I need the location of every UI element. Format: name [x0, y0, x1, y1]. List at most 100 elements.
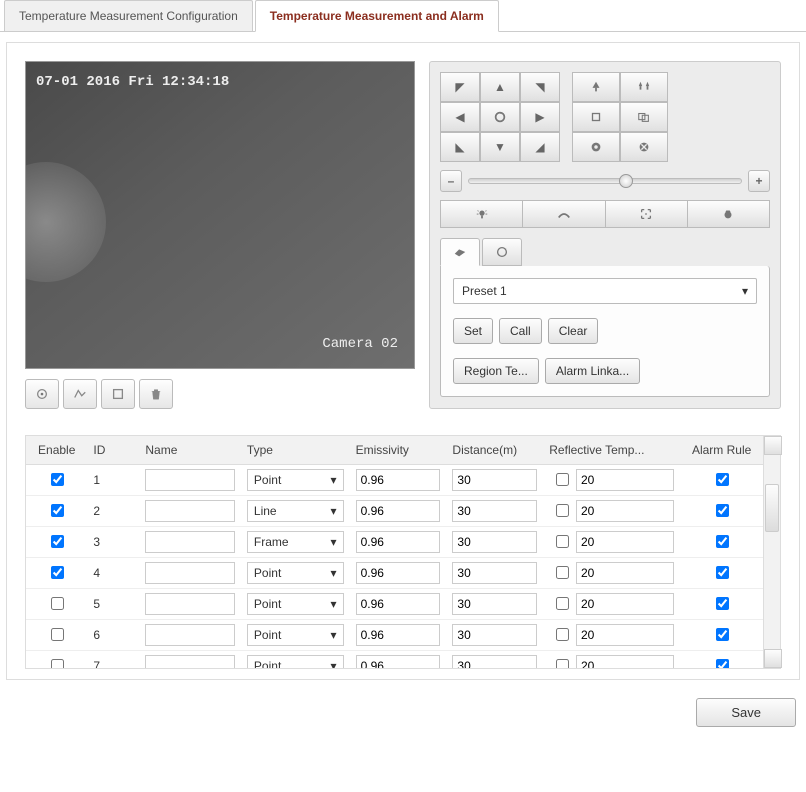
reflective-input[interactable] — [576, 531, 674, 553]
name-input[interactable] — [145, 655, 235, 669]
distance-input[interactable] — [452, 593, 537, 615]
draw-point-button[interactable] — [25, 379, 59, 409]
tab-temp-config[interactable]: Temperature Measurement Configuration — [4, 0, 253, 31]
type-select[interactable]: Point▾ — [247, 593, 344, 615]
save-button[interactable]: Save — [696, 698, 796, 727]
emissivity-input[interactable] — [356, 531, 441, 553]
reflective-input[interactable] — [576, 562, 674, 584]
reflective-input[interactable] — [576, 624, 674, 646]
iris-open-icon[interactable] — [572, 132, 620, 162]
distance-input[interactable] — [452, 562, 537, 584]
reflective-checkbox[interactable] — [556, 566, 569, 579]
ptz-up-icon[interactable]: ▲ — [480, 72, 520, 102]
focus-icon[interactable] — [606, 200, 688, 228]
emissivity-input[interactable] — [356, 655, 441, 669]
speed-slider[interactable] — [468, 178, 742, 184]
enable-checkbox[interactable] — [51, 535, 64, 548]
ptz-down-left-icon[interactable]: ◣ — [440, 132, 480, 162]
reflective-input[interactable] — [576, 655, 674, 669]
alarm-checkbox[interactable] — [716, 659, 729, 668]
region-temp-button[interactable]: Region Te... — [453, 358, 539, 384]
type-select[interactable]: Point▾ — [247, 469, 344, 491]
zoom-out-icon[interactable] — [620, 72, 668, 102]
distance-input[interactable] — [452, 500, 537, 522]
zoom-in-icon[interactable] — [572, 72, 620, 102]
name-input[interactable] — [145, 562, 235, 584]
type-select[interactable]: Point▾ — [247, 655, 344, 669]
speed-increase-button[interactable]: + — [748, 170, 770, 192]
name-input[interactable] — [145, 593, 235, 615]
distance-input[interactable] — [452, 469, 537, 491]
light-icon[interactable] — [440, 200, 523, 228]
video-preview[interactable]: 07-01 2016 Fri 12:34:18 Camera 02 — [25, 61, 415, 369]
preset-select[interactable]: Preset 1 ▾ — [453, 278, 757, 304]
emissivity-input[interactable] — [356, 562, 441, 584]
reflective-checkbox[interactable] — [556, 473, 569, 486]
name-input[interactable] — [145, 624, 235, 646]
draw-frame-button[interactable] — [101, 379, 135, 409]
distance-input[interactable] — [452, 624, 537, 646]
preset-set-button[interactable]: Set — [453, 318, 493, 344]
emissivity-input[interactable] — [356, 469, 441, 491]
name-input[interactable] — [145, 531, 235, 553]
focus-far-icon[interactable] — [620, 102, 668, 132]
ptz-auto-icon[interactable] — [480, 102, 520, 132]
enable-checkbox[interactable] — [51, 566, 64, 579]
init-lens-icon[interactable] — [688, 200, 770, 228]
table-scrollbar[interactable] — [763, 436, 780, 668]
reflective-checkbox[interactable] — [556, 597, 569, 610]
emissivity-input[interactable] — [356, 624, 441, 646]
speed-decrease-button[interactable]: – — [440, 170, 462, 192]
wiper-icon[interactable] — [523, 200, 605, 228]
preset-call-button[interactable]: Call — [499, 318, 542, 344]
emissivity-input[interactable] — [356, 593, 441, 615]
enable-checkbox[interactable] — [51, 628, 64, 641]
enable-checkbox[interactable] — [51, 473, 64, 486]
alarm-checkbox[interactable] — [716, 535, 729, 548]
preset-box: Preset 1 ▾ Set Call Clear Region Te... A… — [440, 266, 770, 397]
alarm-checkbox[interactable] — [716, 566, 729, 579]
alarm-checkbox[interactable] — [716, 628, 729, 641]
draw-line-button[interactable] — [63, 379, 97, 409]
distance-input[interactable] — [452, 655, 537, 669]
ptz-left-icon[interactable]: ◀ — [440, 102, 480, 132]
emissivity-input[interactable] — [356, 500, 441, 522]
alarm-checkbox[interactable] — [716, 597, 729, 610]
ptz-right-icon[interactable]: ▶ — [520, 102, 560, 132]
chevron-down-icon: ▾ — [331, 628, 337, 642]
name-input[interactable] — [145, 469, 235, 491]
type-select[interactable]: Point▾ — [247, 624, 344, 646]
reflective-checkbox[interactable] — [556, 659, 569, 668]
distance-input[interactable] — [452, 531, 537, 553]
reflective-checkbox[interactable] — [556, 628, 569, 641]
speed-slider-thumb[interactable] — [619, 174, 633, 188]
alarm-checkbox[interactable] — [716, 473, 729, 486]
enable-checkbox[interactable] — [51, 659, 64, 668]
name-input[interactable] — [145, 500, 235, 522]
reflective-input[interactable] — [576, 469, 674, 491]
preset-tab-icon[interactable] — [440, 238, 480, 266]
reflective-input[interactable] — [576, 593, 674, 615]
ptz-up-left-icon[interactable]: ◤ — [440, 72, 480, 102]
reflective-input[interactable] — [576, 500, 674, 522]
reflective-checkbox[interactable] — [556, 535, 569, 548]
enable-checkbox[interactable] — [51, 597, 64, 610]
type-select[interactable]: Line▾ — [247, 500, 344, 522]
ptz-down-right-icon[interactable]: ◢ — [520, 132, 560, 162]
iris-close-icon[interactable] — [620, 132, 668, 162]
focus-near-icon[interactable] — [572, 102, 620, 132]
alarm-checkbox[interactable] — [716, 504, 729, 517]
preset-clear-button[interactable]: Clear — [548, 318, 599, 344]
table-scrollbar-thumb[interactable] — [765, 484, 779, 532]
ptz-up-right-icon[interactable]: ◥ — [520, 72, 560, 102]
patrol-tab-icon[interactable] — [482, 238, 522, 266]
enable-checkbox[interactable] — [51, 504, 64, 517]
type-select[interactable]: Frame▾ — [247, 531, 344, 553]
type-select[interactable]: Point▾ — [247, 562, 344, 584]
ptz-down-icon[interactable]: ▼ — [480, 132, 520, 162]
alarm-linkage-button[interactable]: Alarm Linka... — [545, 358, 640, 384]
reflective-checkbox[interactable] — [556, 504, 569, 517]
delete-button[interactable] — [139, 379, 173, 409]
row-id: 2 — [87, 495, 139, 526]
tab-temp-alarm[interactable]: Temperature Measurement and Alarm — [255, 0, 499, 32]
